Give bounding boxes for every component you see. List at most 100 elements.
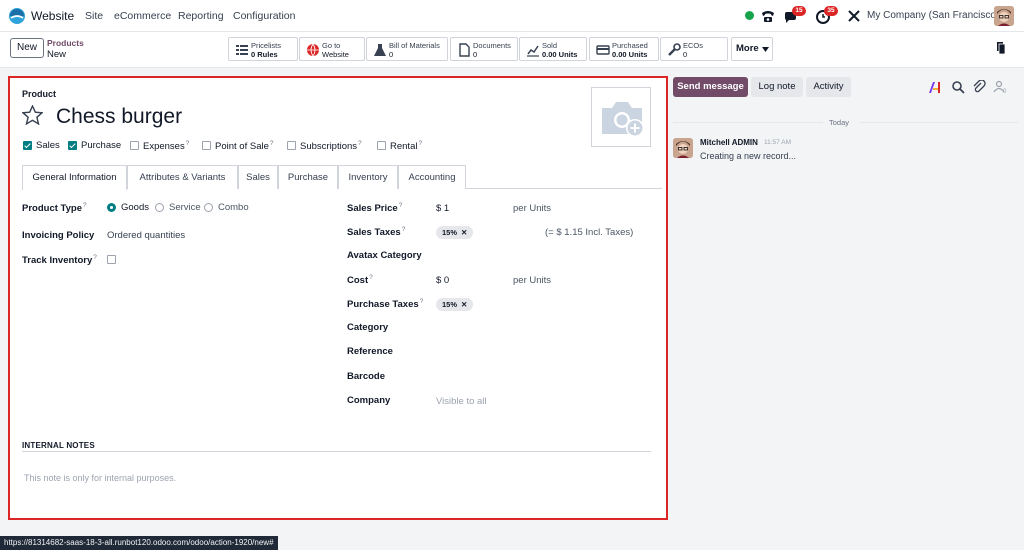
message-body: Creating a new record... [700,151,797,161]
message-author-avatar[interactable] [673,138,693,158]
tab-attributes-variants[interactable]: Attributes & Variants [127,165,238,189]
wrench-icon [668,43,681,56]
messages-badge: 15 [792,6,806,16]
card-icon [596,45,610,55]
file-icon [459,43,470,57]
point-of-sale-checkbox-label: Point of Sale? [215,140,274,153]
sales-price-unit: per Units [513,203,552,214]
camera-plus-icon [602,102,644,137]
date-divider-right [860,122,1018,123]
menu-ecommerce[interactable]: eCommerce [114,10,171,22]
sales-checkbox[interactable] [23,141,32,150]
product-name-field[interactable]: Chess burger [56,105,182,129]
rental-checkbox[interactable] [377,141,386,150]
sold-smart-button[interactable]: Sold 0.00 Units [519,37,587,61]
product-type-combo-label: Combo [218,202,249,213]
cost-label: Cost? [347,274,373,287]
tab-sales[interactable]: Sales [238,165,278,189]
log-note-button[interactable]: Log note [751,77,803,97]
purchase-checkbox-label: Purchase [81,140,122,151]
go-to-website-smart-button[interactable]: Go to Website [299,37,365,61]
presence-status-dot [745,11,754,20]
date-separator-today: Today [829,118,850,127]
purchase-checkbox[interactable] [68,141,77,150]
company-select[interactable]: Visible to all [436,396,487,407]
subscriptions-checkbox[interactable] [287,141,296,150]
pricelists-smart-button[interactable]: Pricelists 0 Rules [228,37,298,61]
avatax-category-label: Avatax Category [347,250,422,261]
product-label: Product [22,89,57,99]
message-author[interactable]: Mitchell ADMIN [700,138,758,147]
remove-tag-icon[interactable]: ✕ [461,300,467,309]
expenses-checkbox[interactable] [130,141,139,150]
tab-purchase[interactable]: Purchase [278,165,338,189]
product-form-sheet: Product Chess burger Sales Purchase Expe… [8,76,668,520]
menu-site[interactable]: Site [85,10,103,22]
record-name: New [47,49,67,60]
menu-reporting[interactable]: Reporting [178,10,224,22]
svg-text:0: 0 [1003,89,1007,94]
tab-general-information[interactable]: General Information [22,165,127,190]
list-icon [236,45,248,55]
user-avatar[interactable] [994,6,1014,26]
sales-taxes-label: Sales Taxes? [347,226,406,239]
product-type-combo-radio[interactable] [204,203,213,212]
tab-accounting[interactable]: Accounting [398,165,466,189]
paperclip-icon[interactable] [972,80,986,94]
activity-button[interactable]: Activity [806,77,851,97]
product-type-goods-radio[interactable] [107,203,116,212]
sales-taxes-incl-amount: (= $ 1.15 Incl. Taxes) [545,227,634,238]
website-app-icon[interactable] [8,7,26,25]
remove-tag-icon[interactable]: ✕ [461,228,467,237]
breadcrumb-products[interactable]: Products [47,38,84,48]
bookmark-icon[interactable] [996,41,1006,55]
more-button[interactable]: More [731,37,773,61]
barcode-label: Barcode [347,371,386,382]
chart-icon [527,45,539,57]
internal-notes-editor[interactable]: This note is only for internal purposes. [24,473,176,483]
form-tabs: General Information Attributes & Variant… [22,165,662,190]
bill-of-materials-smart-button[interactable]: Bill of Materials 0 [366,37,448,61]
internal-notes-divider [22,451,651,452]
purchase-taxes-label: Purchase Taxes? [347,298,424,311]
documents-smart-button[interactable]: Documents 0 [450,37,518,61]
reference-label: Reference [347,346,393,357]
company-label: Company [347,395,391,406]
invoicing-policy-select[interactable]: Ordered quantities [107,230,185,241]
sales-checkbox-label: Sales [36,140,60,151]
top-navbar: Website Site eCommerce Reporting Configu… [0,0,1024,32]
send-message-button[interactable]: Send message [673,77,748,97]
category-label: Category [347,322,389,333]
company-switcher[interactable]: My Company (San Francisco) [867,10,999,21]
date-divider-left [673,122,823,123]
point-of-sale-checkbox[interactable] [202,141,211,150]
rental-checkbox-label: Rental? [390,140,423,153]
sales-price-input[interactable]: $ 1 [436,203,449,214]
followers-icon[interactable]: 0 [993,80,1007,94]
new-button[interactable]: New [10,38,44,58]
internal-notes-title: INTERNAL NOTES [22,441,95,450]
purchased-smart-button[interactable]: Purchased 0.00 Units [589,37,659,61]
cost-unit: per Units [513,275,552,286]
star-icon[interactable] [22,105,43,125]
app-name[interactable]: Website [31,9,74,23]
message-time: 11:57 AM [764,139,791,146]
ai-icon[interactable] [928,80,942,94]
search-icon[interactable] [951,80,965,94]
purchase-taxes-tag[interactable]: 15% ✕ [436,298,474,311]
globe-icon [307,43,319,57]
avatar-face-icon [994,6,1014,26]
tools-icon[interactable] [846,8,862,24]
sales-taxes-tag[interactable]: 15% ✕ [436,226,474,239]
track-inventory-label: Track Inventory? [22,254,97,267]
track-inventory-checkbox[interactable] [107,255,116,264]
product-type-service-radio[interactable] [155,203,164,212]
menu-configuration[interactable]: Configuration [233,10,295,22]
phone-icon[interactable] [760,8,776,24]
flask-icon [374,44,386,56]
ecos-smart-button[interactable]: ECOs 0 [660,37,728,61]
product-image-upload[interactable] [591,87,651,147]
cost-input[interactable]: $ 0 [436,275,449,286]
product-type-goods-label: Goods [121,202,149,213]
tab-inventory[interactable]: Inventory [338,165,398,189]
